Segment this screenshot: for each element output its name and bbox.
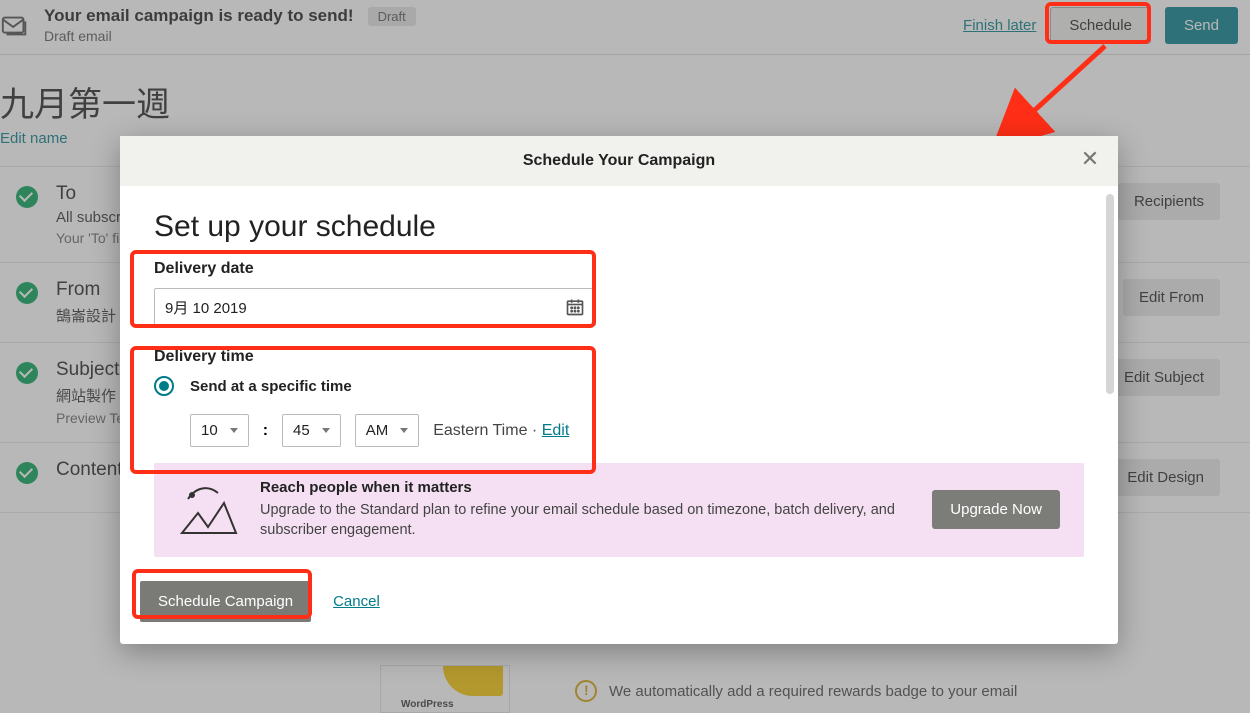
modal-header: Schedule Your Campaign ✕ xyxy=(120,136,1118,186)
promo-subtitle: Upgrade to the Standard plan to refine y… xyxy=(260,500,912,541)
delivery-date-label: Delivery date xyxy=(154,260,1084,278)
time-colon: : xyxy=(263,422,268,440)
close-icon[interactable]: ✕ xyxy=(1078,148,1102,172)
timezone-text: Eastern Time xyxy=(433,422,527,439)
hour-select[interactable]: 10 xyxy=(190,414,249,447)
minute-select[interactable]: 45 xyxy=(282,414,341,447)
calendar-icon[interactable] xyxy=(565,297,585,317)
upgrade-now-button[interactable]: Upgrade Now xyxy=(932,490,1060,529)
edit-timezone-link[interactable]: Edit xyxy=(542,422,570,439)
upgrade-promo: Reach people when it matters Upgrade to … xyxy=(154,463,1084,557)
delivery-time-label: Delivery time xyxy=(154,348,1084,366)
scrollbar[interactable] xyxy=(1106,194,1114,394)
delivery-date-input[interactable] xyxy=(154,288,596,326)
specific-time-radio[interactable] xyxy=(154,376,174,396)
promo-illustration-icon xyxy=(178,483,240,537)
specific-time-label: Send at a specific time xyxy=(190,378,352,395)
chevron-down-icon xyxy=(322,428,330,433)
date-field[interactable] xyxy=(165,299,525,316)
schedule-modal: Schedule Your Campaign ✕ Set up your sch… xyxy=(120,136,1118,644)
chevron-down-icon xyxy=(400,428,408,433)
chevron-down-icon xyxy=(230,428,238,433)
promo-title: Reach people when it matters xyxy=(260,479,912,496)
setup-heading: Set up your schedule xyxy=(154,210,1084,244)
schedule-campaign-button[interactable]: Schedule Campaign xyxy=(140,581,311,622)
modal-title: Schedule Your Campaign xyxy=(523,152,715,170)
ampm-select[interactable]: AM xyxy=(355,414,420,447)
cancel-link[interactable]: Cancel xyxy=(333,593,380,610)
